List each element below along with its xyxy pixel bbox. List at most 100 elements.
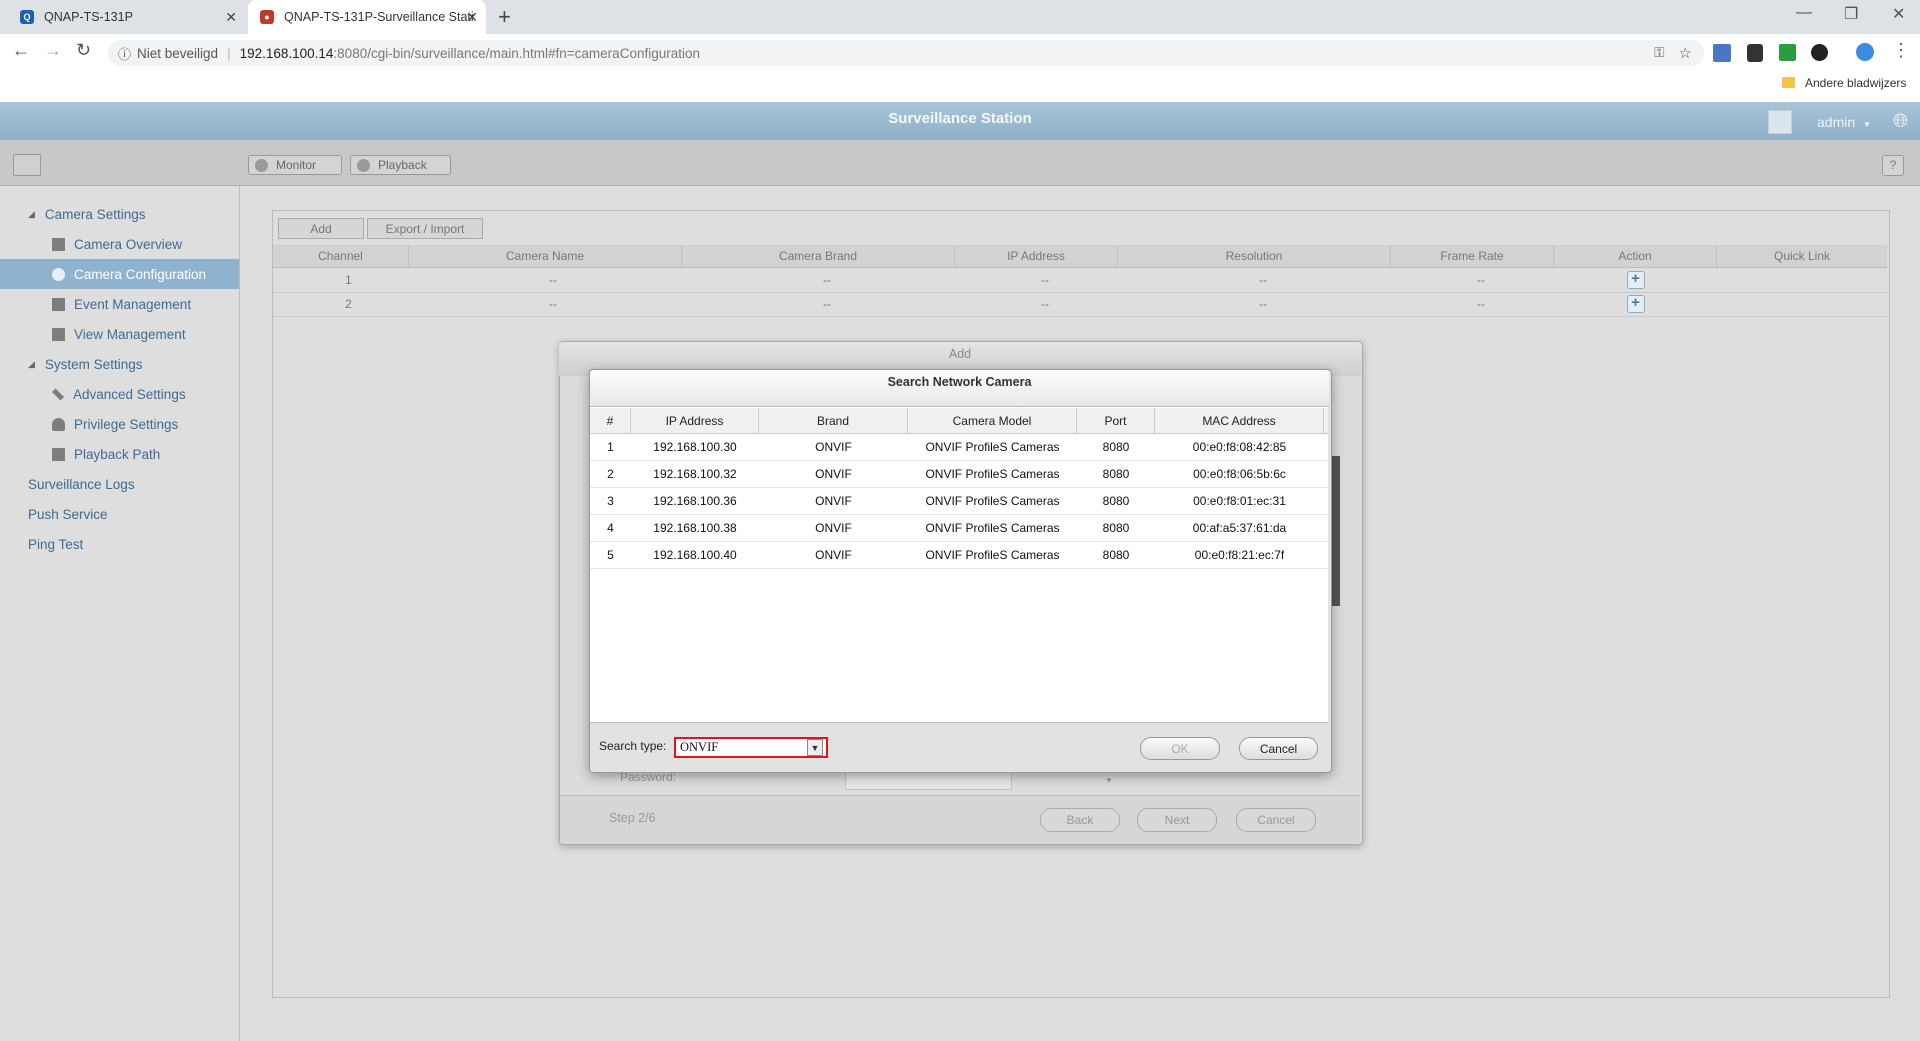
security-label: Niet beveiligd <box>137 45 219 61</box>
forward-arrow-icon[interactable]: → <box>44 40 62 61</box>
cell-index: 3 <box>607 493 614 508</box>
reload-icon[interactable]: ↻ <box>76 40 91 61</box>
table-row[interactable]: 2 -- -- -- -- -- + <box>273 292 1887 317</box>
col-quick-link[interactable]: Quick Link <box>1717 245 1887 267</box>
col-port[interactable]: Port <box>1077 408 1155 433</box>
sidebar-item-push-service[interactable]: Push Service <box>0 499 239 529</box>
playback-button[interactable]: Playback <box>350 155 451 175</box>
monitor-button[interactable]: Monitor <box>248 155 342 175</box>
cell-model: ONVIF ProfileS Cameras <box>925 493 1060 508</box>
sidebar-item-advanced-settings[interactable]: Advanced Settings <box>0 379 239 409</box>
help-button[interactable]: ? <box>1882 155 1904 176</box>
next-button[interactable]: Next <box>1137 808 1217 832</box>
cell-model: ONVIF ProfileS Cameras <box>925 439 1060 454</box>
folder-icon <box>1782 77 1795 88</box>
extension-calendar-icon[interactable] <box>1713 44 1731 62</box>
table-row[interactable]: 5 192.168.100.40 ONVIF ONVIF ProfileS Ca… <box>590 541 1328 569</box>
sidebar-item-camera-configuration[interactable]: Camera Configuration <box>0 259 239 289</box>
user-menu[interactable]: admin ▼ <box>1817 114 1871 130</box>
extension-shield-icon[interactable] <box>1747 44 1763 62</box>
cell-brand: ONVIF <box>815 520 852 535</box>
extension-circle-icon[interactable] <box>1811 44 1828 61</box>
browser-tab-qnap[interactable]: Q QNAP-TS-131P ✕ <box>0 0 245 34</box>
tab-title: QNAP-TS-131P-Surveillance Stati <box>284 10 474 24</box>
sidebar-item-surveillance-logs[interactable]: Surveillance Logs <box>0 469 239 499</box>
tab-title: QNAP-TS-131P <box>44 10 133 24</box>
close-tab-icon[interactable]: ✕ <box>225 9 237 26</box>
new-tab-icon[interactable]: + <box>498 4 511 30</box>
table-row[interactable]: 1 -- -- -- -- -- + <box>273 268 1887 293</box>
back-arrow-icon[interactable]: ← <box>12 40 30 61</box>
browser-tab-surveillance[interactable]: ● QNAP-TS-131P-Surveillance Stati ✕ <box>248 0 486 34</box>
profile-avatar-icon[interactable] <box>1856 43 1874 61</box>
col-action[interactable]: Action <box>1554 245 1717 267</box>
col-mac-address[interactable]: MAC Address <box>1155 408 1324 433</box>
sidebar-item-privilege-settings[interactable]: Privilege Settings <box>0 409 239 439</box>
extension-download-icon[interactable] <box>1779 44 1796 61</box>
url-bar[interactable]: ⓘ Niet beveiligd | 192.168.100.14 :8080/… <box>108 40 1704 66</box>
search-dialog-title: Search Network Camera <box>590 370 1329 407</box>
col-camera-model[interactable]: Camera Model <box>908 408 1077 433</box>
chevron-down-icon[interactable]: ▼ <box>807 739 823 756</box>
cell-mac: 00:e0:f8:21:ec:7f <box>1194 547 1285 562</box>
add-camera-button[interactable]: Add <box>278 218 364 239</box>
folder-path-icon <box>52 447 65 461</box>
password-input[interactable] <box>845 772 1012 790</box>
table-row[interactable]: 1 192.168.100.30 ONVIF ONVIF ProfileS Ca… <box>590 433 1328 461</box>
table-row[interactable]: 2 192.168.100.32 ONVIF ONVIF ProfileS Ca… <box>590 460 1328 488</box>
col-brand[interactable]: Brand <box>759 408 908 433</box>
search-cancel-button[interactable]: Cancel <box>1239 737 1318 760</box>
add-channel-plus-icon[interactable]: + <box>1626 295 1645 313</box>
cell-brand: ONVIF <box>815 439 852 454</box>
sidebar-item-view-management[interactable]: View Management <box>0 319 239 349</box>
table-row[interactable]: 4 192.168.100.38 ONVIF ONVIF ProfileS Ca… <box>590 514 1328 542</box>
window-close-icon[interactable]: ✕ <box>1892 4 1905 24</box>
col-camera-name[interactable]: Camera Name <box>409 245 682 267</box>
cell-ip: 192.168.100.30 <box>653 439 737 454</box>
col-camera-brand[interactable]: Camera Brand <box>682 245 955 267</box>
user-avatar[interactable] <box>1768 110 1792 134</box>
cell-fps: -- <box>1477 297 1485 311</box>
cell-index: 5 <box>607 547 614 562</box>
wrench-icon <box>51 387 65 401</box>
col-frame-rate[interactable]: Frame Rate <box>1391 245 1554 267</box>
cell-ip: -- <box>1041 273 1049 287</box>
language-globe-icon[interactable]: 🌐︎ <box>1893 111 1908 133</box>
cell-index: 2 <box>607 466 614 481</box>
search-type-value: ONVIF <box>680 740 719 754</box>
minimize-icon[interactable]: — <box>1796 4 1812 22</box>
export-import-button[interactable]: Export / Import <box>367 218 483 239</box>
col-ip-address[interactable]: IP Address <box>955 245 1118 267</box>
alert-icon <box>52 297 65 311</box>
bookmark-star-icon[interactable]: ☆ <box>1679 44 1692 62</box>
add-channel-plus-icon[interactable]: + <box>1626 271 1645 289</box>
qnap-favicon-icon: Q <box>20 10 34 24</box>
table-row[interactable]: 3 192.168.100.36 ONVIF ONVIF ProfileS Ca… <box>590 487 1328 515</box>
ok-button[interactable]: OK <box>1140 737 1220 760</box>
col-resolution[interactable]: Resolution <box>1118 245 1391 267</box>
col-ip-address[interactable]: IP Address <box>631 408 759 433</box>
restore-icon[interactable]: ❐ <box>1844 4 1858 24</box>
sidebar-item-ping-test[interactable]: Ping Test <box>0 529 239 559</box>
sidebar-item-playback-path[interactable]: Playback Path <box>0 439 239 469</box>
other-bookmarks-link[interactable]: Andere bladwijzers <box>1805 76 1906 90</box>
key-icon[interactable]: ⚿ <box>1654 45 1664 61</box>
sidebar-group-camera-settings[interactable]: ◢ Camera Settings <box>0 199 239 229</box>
info-icon[interactable]: ⓘ <box>118 44 131 63</box>
sidebar-item-camera-overview[interactable]: Camera Overview <box>0 229 239 259</box>
browser-menu-icon[interactable]: ⋮ <box>1892 40 1910 61</box>
bookmarks-bar <box>0 70 1920 103</box>
back-button[interactable]: Back <box>1040 808 1120 832</box>
sidebar-item-event-management[interactable]: Event Management <box>0 289 239 319</box>
cell-brand: -- <box>823 273 831 287</box>
sidebar-group-system-settings[interactable]: ◢ System Settings <box>0 349 239 379</box>
cell-brand: ONVIF <box>815 547 852 562</box>
caret-down-icon[interactable]: ▼ <box>1105 776 1113 785</box>
sidebar-toggle-icon[interactable] <box>13 154 41 176</box>
close-tab-icon[interactable]: ✕ <box>466 9 478 26</box>
col-index[interactable]: # <box>590 408 631 433</box>
cell-ip: 192.168.100.36 <box>653 493 737 508</box>
add-cancel-button[interactable]: Cancel <box>1236 808 1316 832</box>
search-type-select[interactable]: ONVIF ▼ <box>674 737 828 758</box>
col-channel[interactable]: Channel <box>273 245 409 267</box>
